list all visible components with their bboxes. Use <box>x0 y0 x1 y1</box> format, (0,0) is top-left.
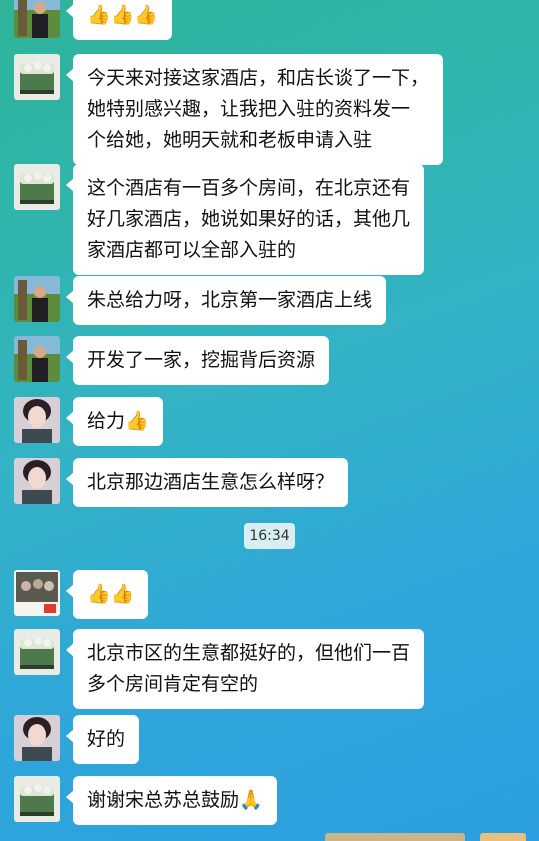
avatar[interactable] <box>14 776 60 822</box>
chat-bubble[interactable]: 今天来对接这家酒店，和店长谈了一下， 她特别感兴趣，让我把入驻的资料发一 个给她… <box>65 54 444 165</box>
timestamp: 16:34 <box>244 523 295 549</box>
chat-bubble[interactable]: 谢谢宋总苏总鼓励🙏 <box>66 776 277 825</box>
message-text: 家酒店都可以全部入驻的 <box>87 239 297 261</box>
message-text: 好的 <box>87 728 126 750</box>
message-text: 谢谢宋总苏总鼓励🙏 <box>87 789 263 811</box>
man-park-avatar-icon <box>14 336 60 382</box>
message-text: 这个酒店有一百多个房间，在北京还有 <box>87 177 411 199</box>
message-text: 她特别感兴趣，让我把入驻的资料发一 <box>87 98 411 120</box>
woman-avatar-icon <box>14 397 60 443</box>
woman-avatar-icon <box>14 458 60 504</box>
avatar[interactable] <box>14 458 60 504</box>
chat-bubble[interactable]: 这个酒店有一百多个房间，在北京还有 好几家酒店，她说如果好的话，其他几 家酒店都… <box>65 164 425 275</box>
avatar[interactable] <box>14 276 60 322</box>
avatar[interactable] <box>14 54 60 100</box>
avatar[interactable] <box>14 570 60 616</box>
message-text: 👍👍👍 <box>87 4 158 26</box>
chat-bubble[interactable]: 给力👍 <box>66 397 163 446</box>
partial-message <box>325 833 465 841</box>
avatar[interactable] <box>14 0 60 38</box>
message-text: 👍👍 <box>87 583 135 605</box>
message-text: 多个房间肯定有空的 <box>87 673 259 695</box>
chat-bubble[interactable]: 朱总给力呀，北京第一家酒店上线 <box>65 276 387 325</box>
cake-avatar-icon <box>14 54 60 100</box>
man-park-avatar-icon <box>14 0 60 38</box>
message-text: 今天来对接这家酒店，和店长谈了一下， <box>87 67 430 89</box>
avatar[interactable] <box>14 164 60 210</box>
cake-avatar-icon <box>14 164 60 210</box>
avatar[interactable] <box>14 336 60 382</box>
woman-avatar-icon <box>14 715 60 761</box>
group-photo-avatar-icon <box>14 570 60 616</box>
chat-bubble[interactable]: 北京市区的生意都挺好的，但他们一百 多个房间肯定有空的 <box>65 629 425 709</box>
message-text: 开发了一家，挖掘背后资源 <box>87 349 316 371</box>
message-text: 给力👍 <box>87 410 149 432</box>
chat-bubble[interactable]: 👍👍 <box>65 570 149 619</box>
chat-bubble[interactable]: 👍👍👍 <box>66 0 172 40</box>
avatar[interactable] <box>14 397 60 443</box>
avatar[interactable] <box>14 629 60 675</box>
chat-bubble[interactable]: 好的 <box>65 715 140 764</box>
cake-avatar-icon <box>14 629 60 675</box>
message-text: 个给她，她明天就和老板申请入驻 <box>87 129 373 151</box>
message-text: 朱总给力呀，北京第一家酒店上线 <box>87 289 373 311</box>
cake-avatar-icon <box>14 776 60 822</box>
chat-bubble[interactable]: 开发了一家，挖掘背后资源 <box>65 336 330 385</box>
man-park-avatar-icon <box>14 276 60 322</box>
avatar[interactable] <box>14 715 60 761</box>
message-text: 好几家酒店，她说如果好的话，其他几 <box>87 208 411 230</box>
message-text: 北京市区的生意都挺好的，但他们一百 <box>87 642 411 664</box>
partial-avatar <box>480 833 526 841</box>
message-text: 北京那边酒店生意怎么样呀？ <box>87 471 335 493</box>
chat-bubble[interactable]: 北京那边酒店生意怎么样呀？ <box>65 458 349 507</box>
